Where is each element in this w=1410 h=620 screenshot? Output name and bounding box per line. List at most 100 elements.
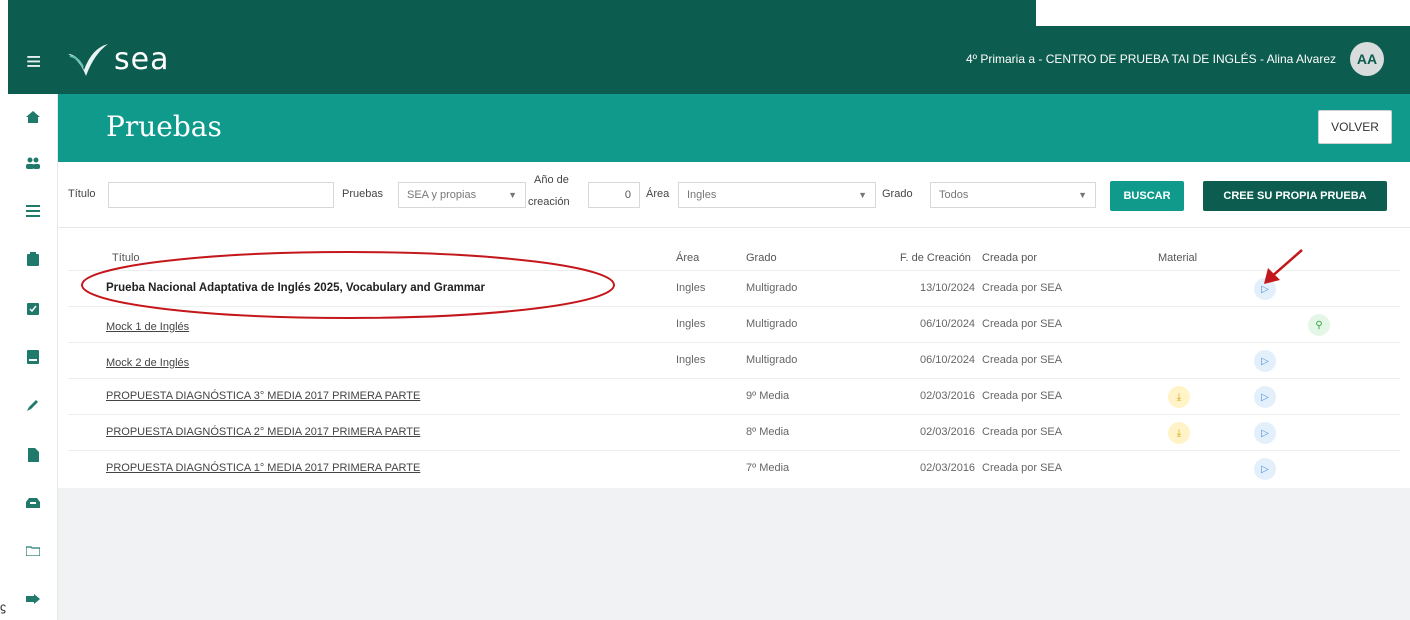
sidebar-item-document[interactable] — [22, 444, 44, 466]
grade-cell: 7º Media — [746, 462, 790, 474]
grade-cell: Multigrado — [746, 318, 798, 330]
sidebar-item-home[interactable] — [22, 106, 44, 128]
checkbox-icon — [27, 303, 39, 315]
table-row: Mock 1 de Inglés Ingles Multigrado 06/10… — [68, 306, 1400, 342]
sidebar-item-logout[interactable] — [22, 588, 44, 610]
test-title-link[interactable]: PROPUESTA DIAGNÓSTICA 1° MEDIA 2017 PRIM… — [106, 462, 420, 474]
background-window-bar — [8, 0, 1036, 26]
inbox-icon — [26, 498, 40, 508]
sidebar-item-shared-folder[interactable] — [22, 540, 44, 562]
play-icon[interactable]: ▷ — [1254, 458, 1276, 480]
area-filter-value: Ingles — [687, 189, 717, 201]
test-title-link[interactable]: PROPUESTA DIAGNÓSTICA 3° MEDIA 2017 PRIM… — [106, 390, 420, 402]
download-icon[interactable]: ⤓ — [1168, 422, 1190, 444]
logout-icon — [26, 594, 40, 604]
table-row: Mock 2 de Inglés Ingles Multigrado 06/10… — [68, 342, 1400, 378]
date-cell: 06/10/2024 — [920, 354, 976, 366]
clipboard-icon — [27, 252, 39, 266]
hamburger-menu-icon[interactable]: ≡ — [26, 48, 41, 74]
year-filter-label-line2: creación — [528, 196, 570, 208]
filter-bar: Título Pruebas SEA y propias ▼ Año de cr… — [58, 162, 1410, 228]
sidebar-item-tasks[interactable] — [22, 298, 44, 320]
stray-character: ϛ — [0, 600, 6, 614]
year-filter-label-line1: Año de — [534, 174, 569, 186]
creator-cell: Creada por SEA — [982, 354, 1063, 366]
pencil-icon — [27, 400, 38, 411]
column-header-area[interactable]: Área — [676, 252, 699, 264]
test-title-link[interactable]: PROPUESTA DIAGNÓSTICA 2° MEDIA 2017 PRIM… — [106, 426, 420, 438]
column-header-title[interactable]: Título — [112, 252, 140, 264]
sidebar — [8, 94, 58, 620]
title-filter-input[interactable] — [108, 182, 334, 208]
grade-cell: Multigrado — [746, 354, 798, 366]
logo[interactable]: sea — [66, 40, 169, 78]
sidebar-item-inbox[interactable] — [22, 492, 44, 514]
test-title-link[interactable]: Prueba Nacional Adaptativa de Inglés 202… — [106, 282, 485, 294]
sidebar-item-clipboard[interactable] — [22, 248, 44, 270]
grade-filter-select[interactable]: Todos ▼ — [930, 182, 1096, 208]
date-cell: 02/03/2016 — [920, 390, 976, 402]
column-header-date[interactable]: F. de Creación — [900, 252, 971, 264]
grade-filter-value: Todos — [939, 189, 969, 201]
table-row: Prueba Nacional Adaptativa de Inglés 202… — [68, 270, 1400, 306]
test-title-link[interactable]: Mock 1 de Inglés — [106, 321, 189, 333]
tests-table: Título Área Grado F. de Creación Creada … — [58, 228, 1410, 488]
play-icon[interactable]: ▷ — [1254, 422, 1276, 444]
folder-share-icon — [26, 546, 40, 556]
back-button[interactable]: VOLVER — [1318, 110, 1392, 144]
title-filter-label: Título — [68, 188, 96, 200]
test-title-link[interactable]: Mock 2 de Inglés — [106, 357, 189, 369]
grade-filter-label: Grado — [882, 188, 913, 200]
app-name: sea — [114, 41, 170, 77]
date-cell: 13/10/2024 — [920, 282, 976, 294]
search-icon[interactable]: ⚲ — [1308, 314, 1330, 336]
column-header-grade[interactable]: Grado — [746, 252, 777, 264]
area-filter-select[interactable]: Ingles ▼ — [678, 182, 876, 208]
home-icon — [26, 111, 40, 123]
grade-cell: Multigrado — [746, 282, 798, 294]
play-icon[interactable]: ▷ — [1254, 386, 1276, 408]
table-row: PROPUESTA DIAGNÓSTICA 1° MEDIA 2017 PRIM… — [68, 450, 1400, 486]
year-filter-input[interactable]: 0 — [588, 182, 640, 208]
creator-cell: Creada por SEA — [982, 426, 1063, 438]
grade-cell: 9º Media — [746, 390, 790, 402]
tests-filter-value: SEA y propias — [407, 189, 477, 201]
date-cell: 02/03/2016 — [920, 426, 976, 438]
avatar[interactable]: AA — [1350, 42, 1384, 76]
sidebar-item-edit[interactable] — [22, 394, 44, 416]
grade-cell: 8º Media — [746, 426, 790, 438]
table-row: PROPUESTA DIAGNÓSTICA 3° MEDIA 2017 PRIM… — [68, 378, 1400, 414]
creator-cell: Creada por SEA — [982, 390, 1063, 402]
sidebar-item-book[interactable] — [22, 346, 44, 368]
table-row: PROPUESTA DIAGNÓSTICA 2° MEDIA 2017 PRIM… — [68, 414, 1400, 450]
page-header: Pruebas VOLVER — [58, 94, 1410, 162]
area-filter-label: Área — [646, 188, 670, 200]
area-cell: Ingles — [676, 318, 706, 330]
top-bar: ≡ sea 4º Primaria a - CENTRO DE PRUEBA T… — [8, 26, 1410, 94]
screen: ≡ sea 4º Primaria a - CENTRO DE PRUEBA T… — [0, 0, 1410, 620]
create-test-button[interactable]: CREE SU PROPIA PRUEBA — [1203, 181, 1387, 211]
creator-cell: Creada por SEA — [982, 318, 1063, 330]
book-icon — [27, 350, 39, 364]
area-cell: Ingles — [676, 354, 706, 366]
search-button[interactable]: BUSCAR — [1110, 181, 1184, 211]
users-icon — [26, 157, 40, 169]
download-icon[interactable]: ⤓ — [1168, 386, 1190, 408]
sidebar-item-list[interactable] — [22, 200, 44, 222]
tests-filter-label: Pruebas — [342, 188, 383, 200]
sidebar-item-users[interactable] — [22, 152, 44, 174]
document-icon — [27, 448, 39, 462]
play-icon[interactable]: ▷ — [1254, 350, 1276, 372]
column-header-material[interactable]: Material — [1158, 252, 1197, 264]
list-icon — [26, 205, 40, 217]
column-header-creator[interactable]: Creada por — [982, 252, 1037, 264]
area-cell: Ingles — [676, 282, 706, 294]
tests-filter-select[interactable]: SEA y propias ▼ — [398, 182, 526, 208]
creator-cell: Creada por SEA — [982, 282, 1063, 294]
creator-cell: Creada por SEA — [982, 462, 1063, 474]
app-window: ≡ sea 4º Primaria a - CENTRO DE PRUEBA T… — [8, 26, 1410, 620]
page-title: Pruebas — [106, 110, 222, 143]
date-cell: 02/03/2016 — [920, 462, 976, 474]
user-info: 4º Primaria a - CENTRO DE PRUEBA TAI DE … — [965, 52, 1336, 66]
play-icon[interactable]: ▷ — [1254, 278, 1276, 300]
